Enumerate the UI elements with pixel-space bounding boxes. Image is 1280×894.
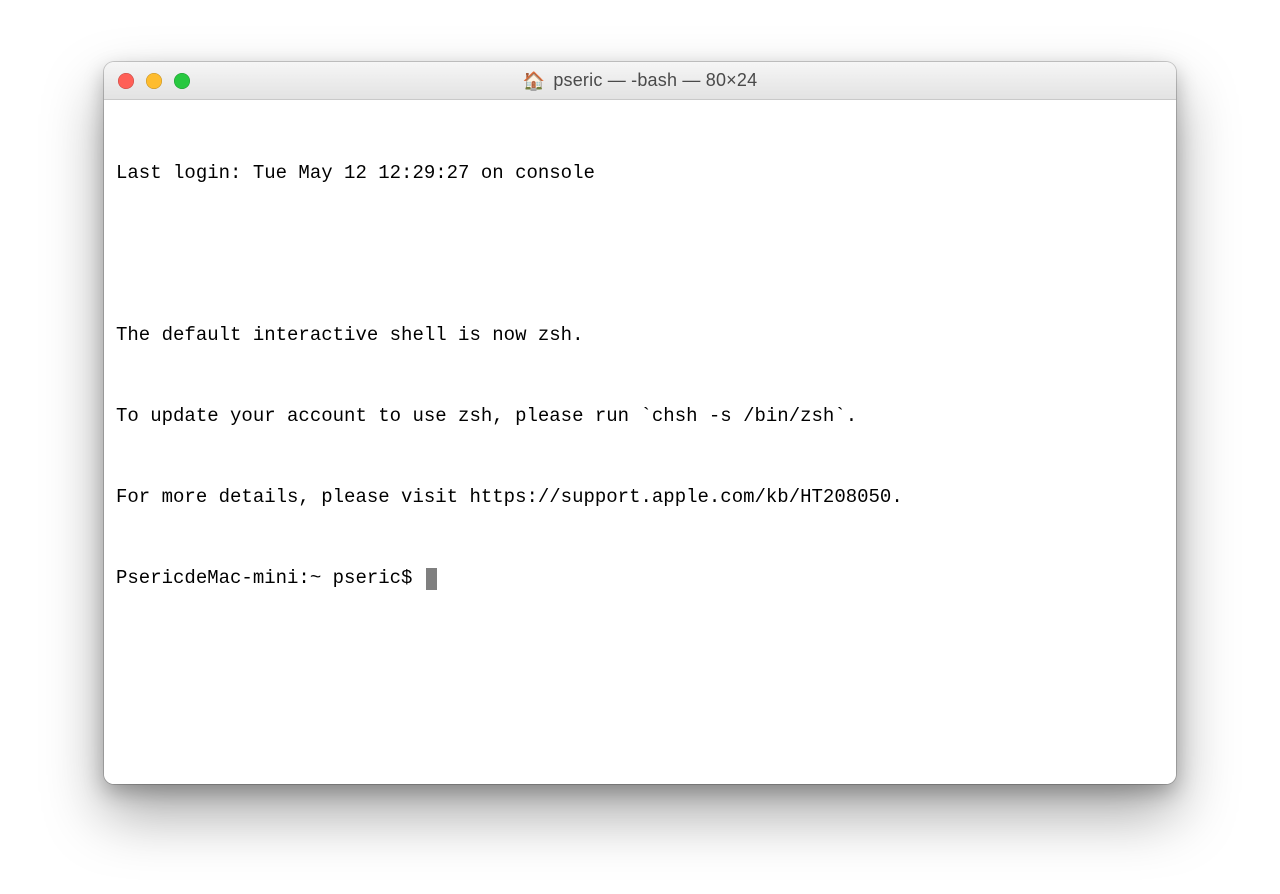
close-button[interactable] (118, 73, 134, 89)
terminal-line (116, 241, 1164, 268)
terminal-line: The default interactive shell is now zsh… (116, 322, 1164, 349)
terminal-body[interactable]: Last login: Tue May 12 12:29:27 on conso… (104, 100, 1176, 784)
traffic-lights (118, 73, 190, 89)
prompt-text: PsericdeMac-mini:~ pseric$ (116, 565, 424, 592)
minimize-button[interactable] (146, 73, 162, 89)
terminal-line: For more details, please visit https://s… (116, 484, 1164, 511)
stage: 🏠 pseric — -bash — 80×24 Last login: Tue… (0, 0, 1280, 894)
zoom-button[interactable] (174, 73, 190, 89)
home-icon: 🏠 (523, 72, 546, 90)
cursor (426, 568, 437, 590)
terminal-line: To update your account to use zsh, pleas… (116, 403, 1164, 430)
titlebar[interactable]: 🏠 pseric — -bash — 80×24 (104, 62, 1176, 100)
prompt-line[interactable]: PsericdeMac-mini:~ pseric$ (116, 565, 1164, 592)
terminal-window: 🏠 pseric — -bash — 80×24 Last login: Tue… (104, 62, 1176, 784)
window-title-area: 🏠 pseric — -bash — 80×24 (523, 70, 758, 91)
terminal-line: Last login: Tue May 12 12:29:27 on conso… (116, 160, 1164, 187)
window-title: pseric — -bash — 80×24 (553, 70, 757, 91)
